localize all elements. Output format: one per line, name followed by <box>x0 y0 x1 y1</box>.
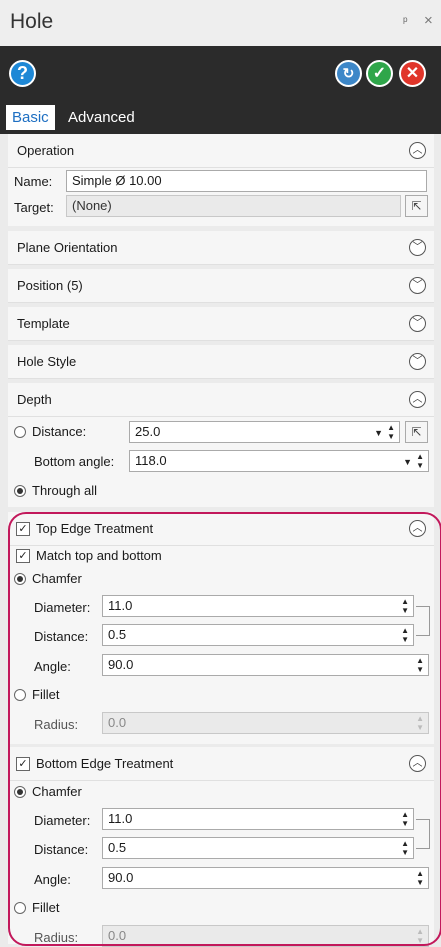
plane-orientation-title: Plane Orientation <box>17 240 118 255</box>
bottom-angle-value: 118.0 <box>135 453 167 468</box>
name-field[interactable]: Simple Ø 10.00 <box>66 170 427 192</box>
cancel-icon[interactable]: ✕ <box>399 60 426 87</box>
depth-pick-icon[interactable]: ⇱ <box>405 421 428 443</box>
bottom-angle-field[interactable]: 118.0 ▼ ▲ ▼ <box>129 450 429 472</box>
depth-body: Distance: 25.0 ▼ ▲ ▼ ⇱ Bottom angle: 118.… <box>8 417 434 507</box>
depth-header[interactable]: Depth ︿ <box>8 383 434 417</box>
bottom-angle-label: Bottom angle: <box>34 454 115 469</box>
chevron-down-icon[interactable]: ﹀ <box>409 315 426 332</box>
close-icon[interactable]: × <box>424 12 433 29</box>
toolbar: ? ↻ ✓ ✕ Basic Advanced <box>0 46 441 134</box>
dropdown-arrow-icon[interactable]: ▼ <box>403 454 412 470</box>
position-title: Position (5) <box>17 278 83 293</box>
template-header[interactable]: Template ﹀ <box>8 307 434 341</box>
depth-title: Depth <box>17 392 52 407</box>
pin-icon[interactable]: ᵖ <box>403 14 408 28</box>
chevron-down-icon[interactable]: ﹀ <box>409 277 426 294</box>
target-field[interactable]: (None) <box>66 195 401 217</box>
template-title: Template <box>17 316 70 331</box>
operation-body: Name: Simple Ø 10.00 Target: (None) ⇱ <box>8 168 434 226</box>
tab-basic[interactable]: Basic <box>6 105 55 130</box>
chevron-down-icon[interactable]: ﹀ <box>409 239 426 256</box>
through-all-radio[interactable] <box>14 485 26 497</box>
position-header[interactable]: Position (5) ﹀ <box>8 269 434 303</box>
hole-style-header[interactable]: Hole Style ﹀ <box>8 345 434 379</box>
hole-style-title: Hole Style <box>17 354 77 369</box>
help-icon[interactable]: ? <box>9 60 36 87</box>
chevron-up-icon[interactable]: ︿ <box>409 142 426 159</box>
chevron-down-icon[interactable]: ﹀ <box>409 353 426 370</box>
target-pick-icon[interactable]: ⇱ <box>405 195 428 217</box>
operation-header[interactable]: Operation ︿ <box>8 134 434 168</box>
name-label: Name: <box>14 174 53 189</box>
target-label: Target: <box>14 200 54 215</box>
through-all-label: Through all <box>32 483 98 498</box>
depth-distance-value: 25.0 <box>135 424 161 439</box>
chevron-up-icon[interactable]: ︿ <box>409 391 426 408</box>
operation-title: Operation <box>17 143 75 158</box>
dropdown-arrow-icon[interactable]: ▼ <box>374 425 383 441</box>
title-bar: Hole ᵖ × <box>0 0 441 46</box>
depth-distance-field[interactable]: 25.0 ▼ ▲ ▼ <box>129 421 400 443</box>
spinner-icon[interactable]: ▲ ▼ <box>387 423 395 441</box>
tab-advanced[interactable]: Advanced <box>62 105 141 130</box>
distance-radio[interactable] <box>14 426 26 438</box>
distance-label: Distance: <box>32 424 87 439</box>
ok-icon[interactable]: ✓ <box>366 60 393 87</box>
window-title: Hole <box>10 10 54 33</box>
spinner-icon[interactable]: ▲ ▼ <box>416 452 424 470</box>
highlight-annotation <box>8 512 441 946</box>
apply-icon[interactable]: ↻ <box>335 60 362 87</box>
plane-orientation-header[interactable]: Plane Orientation ﹀ <box>8 231 434 265</box>
